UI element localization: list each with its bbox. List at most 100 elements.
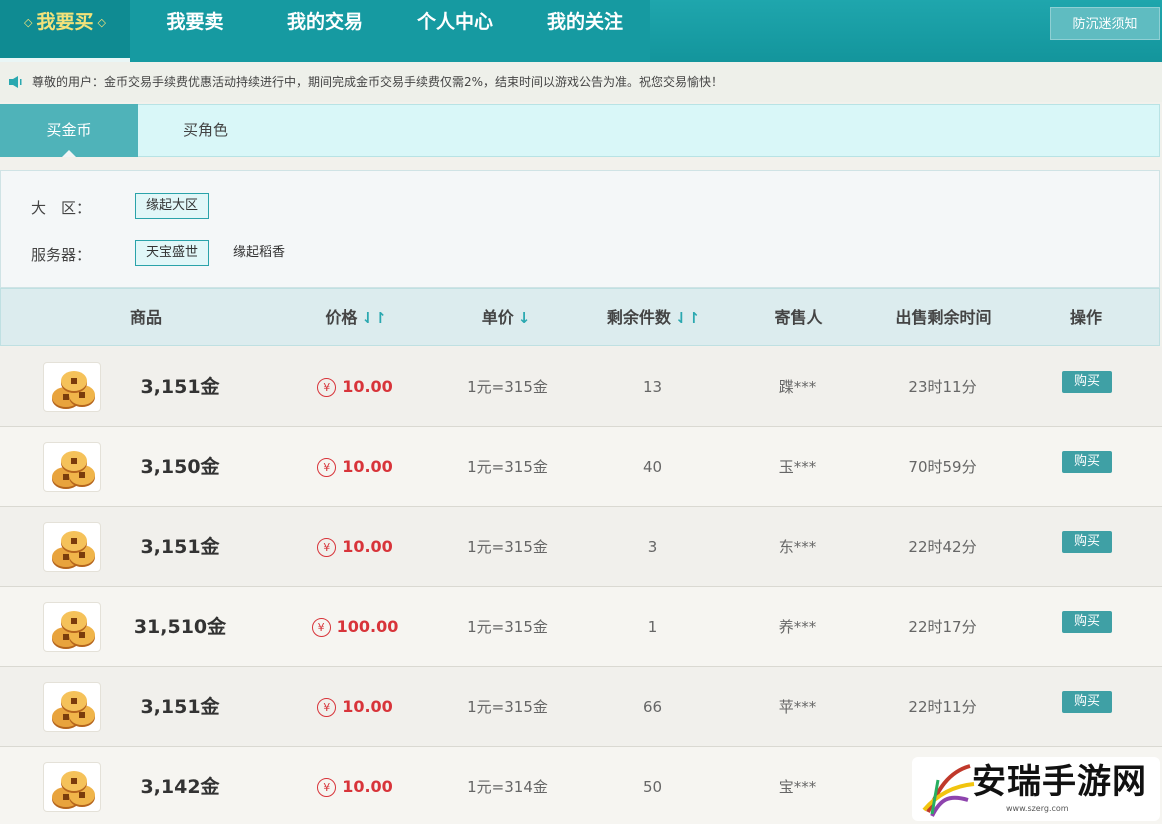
unit-price: 1元=315金 <box>467 698 548 716</box>
column-header-remaining[interactable]: 剩余件数 ⇃↾ <box>586 289 721 347</box>
price: ¥10.00 <box>290 667 420 747</box>
time-left: 22时11分 <box>908 698 977 716</box>
server-option[interactable]: 缘起稻香 <box>223 241 295 267</box>
buy-button[interactable]: 购买 <box>1062 691 1112 713</box>
sort-icon: ⇃↾ <box>674 309 701 327</box>
sort-down-icon: ↓ <box>517 309 531 327</box>
seller-name: 宝*** <box>778 778 817 796</box>
gold-amount: 3,151金 <box>140 536 220 558</box>
table-row: 3,151金 ¥10.00 1元=315金 3 东*** 22时42分 购买 <box>0 507 1162 587</box>
top-nav: ◇ 我要买 ◇ 我要卖 我的交易 个人中心 我的关注 防沉迷须知 <box>0 0 1162 62</box>
column-header-seller: 寄售人 <box>774 308 823 327</box>
time-left: 23时11分 <box>908 378 977 396</box>
price-value: 10.00 <box>342 697 393 716</box>
nav-item-label: 我要买 <box>36 11 94 33</box>
region-label: 大 区： <box>31 199 92 217</box>
speaker-icon <box>9 76 22 88</box>
column-header-unit-price[interactable]: 单价 ↓ <box>441 289 571 347</box>
time-left: 70时59分 <box>908 458 977 476</box>
column-header-item: 商品 <box>129 308 162 327</box>
yen-icon: ¥ <box>311 618 331 637</box>
table-row: 3,150金 ¥10.00 1元=315金 40 玉*** 70时59分 购买 <box>0 427 1162 507</box>
brand-logo-icon <box>922 764 975 817</box>
nav-menu: ◇ 我要买 ◇ 我要卖 我的交易 个人中心 我的关注 <box>0 0 650 62</box>
remaining-count: 1 <box>647 618 658 636</box>
gold-amount: 3,151金 <box>140 696 220 718</box>
diamond-icon: ◇ <box>24 16 33 29</box>
server-option[interactable]: 天宝盛世 <box>135 240 210 266</box>
gold-coin-icon <box>43 362 101 412</box>
price-value: 100.00 <box>336 617 399 636</box>
header-label: 价格 <box>325 308 358 327</box>
filter-panel: 大 区： 缘起大区 服务器： 天宝盛世 缘起稻香 <box>0 170 1160 288</box>
column-header-time-left: 出售剩余时间 <box>895 308 992 327</box>
tab-buy-gold[interactable]: 买金币 <box>0 104 138 157</box>
brand-name: 安瑞手游网 <box>972 762 1147 802</box>
price: ¥10.00 <box>290 507 420 587</box>
seller-name: 玉*** <box>778 458 817 476</box>
anti-addiction-notice-button[interactable]: 防沉迷须知 <box>1050 7 1160 40</box>
header-label: 单价 <box>481 308 514 327</box>
brand-url: www.szerg.com <box>1006 804 1069 813</box>
brand-text: 安瑞手游网 www.szerg.com <box>972 760 1160 818</box>
buy-button[interactable]: 购买 <box>1062 371 1112 393</box>
column-header-price[interactable]: 价格 ⇃↾ <box>291 289 421 347</box>
gold-amount: 3,150金 <box>140 456 220 478</box>
buy-button[interactable]: 购买 <box>1062 611 1112 633</box>
region-option[interactable]: 缘起大区 <box>135 193 210 219</box>
gold-coin-icon <box>43 682 101 732</box>
buy-button[interactable]: 购买 <box>1062 531 1112 553</box>
remaining-count: 50 <box>642 778 663 796</box>
unit-price: 1元=314金 <box>467 778 548 796</box>
yen-icon: ¥ <box>317 538 337 557</box>
site-watermark: 安瑞手游网 www.szerg.com <box>912 757 1160 821</box>
table-row: 31,510金 ¥100.00 1元=315金 1 养*** 22时17分 购买 <box>0 587 1162 667</box>
column-header-action: 操作 <box>1069 308 1102 327</box>
announcement-text: 尊敬的用户：金币交易手续费优惠活动持续进行中，期间完成金币交易手续费仅需2%，结… <box>32 75 724 89</box>
table-row: 3,151金 ¥10.00 1元=315金 66 苹*** 22时11分 购买 <box>0 667 1162 747</box>
table-row: 3,151金 ¥10.00 1元=315金 13 蹀*** 23时11分 购买 <box>0 347 1162 427</box>
sort-icon: ⇃↾ <box>361 309 387 327</box>
nav-item-following[interactable]: 我的关注 <box>520 0 650 62</box>
gold-amount: 3,151金 <box>140 376 220 398</box>
price-value: 10.00 <box>342 777 393 796</box>
gold-coin-icon <box>43 442 101 492</box>
price-value: 10.00 <box>342 537 393 556</box>
remaining-count: 3 <box>647 538 658 556</box>
server-label: 服务器： <box>31 246 92 264</box>
yen-icon: ¥ <box>317 378 337 397</box>
gold-coin-icon <box>43 522 101 572</box>
table-header: 商品 价格 ⇃↾ 单价 ↓ 剩余件数 ⇃↾ 寄售人 出售剩余时间 操作 <box>0 288 1160 346</box>
time-left: 22时42分 <box>908 538 977 556</box>
unit-price: 1元=315金 <box>467 618 548 636</box>
seller-name: 苹*** <box>778 698 817 716</box>
gold-amount: 3,142金 <box>140 776 220 798</box>
diamond-icon: ◇ <box>97 16 106 29</box>
tab-bar: 买金币 买角色 <box>0 104 1160 157</box>
nav-item-profile[interactable]: 个人中心 <box>390 0 520 62</box>
yen-icon: ¥ <box>317 698 337 717</box>
remaining-count: 13 <box>642 378 663 396</box>
gold-coin-icon <box>43 602 101 652</box>
remaining-count: 66 <box>642 698 663 716</box>
unit-price: 1元=315金 <box>467 378 548 396</box>
header-label: 剩余件数 <box>606 308 671 327</box>
price: ¥100.00 <box>290 587 420 667</box>
seller-name: 养*** <box>778 618 817 636</box>
tab-buy-character[interactable]: 买角色 <box>138 104 273 157</box>
seller-name: 东*** <box>778 538 817 556</box>
yen-icon: ¥ <box>317 778 337 797</box>
unit-price: 1元=315金 <box>467 458 548 476</box>
announcement-bar: 尊敬的用户：金币交易手续费优惠活动持续进行中，期间完成金币交易手续费仅需2%，结… <box>0 62 1162 102</box>
remaining-count: 40 <box>642 458 663 476</box>
nav-item-sell[interactable]: 我要卖 <box>130 0 260 62</box>
price: ¥10.00 <box>290 747 420 824</box>
time-left: 22时17分 <box>908 618 977 636</box>
gold-amount: 31,510金 <box>133 616 227 638</box>
buy-button[interactable]: 购买 <box>1062 451 1112 473</box>
price: ¥10.00 <box>290 347 420 427</box>
nav-item-buy[interactable]: ◇ 我要买 ◇ <box>0 0 130 62</box>
nav-item-my-trades[interactable]: 我的交易 <box>260 0 390 62</box>
yen-icon: ¥ <box>317 458 337 477</box>
gold-coin-icon <box>43 762 101 812</box>
